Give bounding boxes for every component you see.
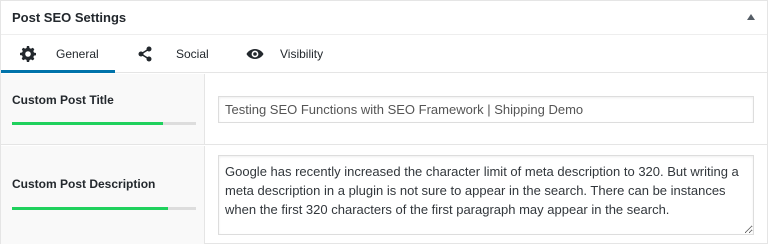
metabox-header: Post SEO Settings	[1, 1, 767, 35]
custom-post-title-label: Custom Post Title	[12, 93, 114, 107]
title-label-cell: Custom Post Title	[1, 74, 205, 144]
title-field-row: Custom Post Title	[1, 74, 767, 145]
title-length-meter	[12, 122, 196, 125]
title-length-meter-fill	[12, 122, 163, 125]
tab-general[interactable]: General	[1, 36, 115, 73]
tab-visibility[interactable]: Visibility	[215, 36, 345, 73]
tab-social-label: Social	[176, 47, 209, 61]
collapse-toggle-icon[interactable]	[747, 14, 755, 20]
tab-visibility-label: Visibility	[280, 47, 324, 61]
description-field-row: Custom Post Description Google has recen…	[1, 146, 767, 244]
eye-icon	[246, 46, 264, 65]
post-seo-settings-metabox: Post SEO Settings General Social Visibil…	[0, 0, 768, 244]
description-length-meter	[12, 207, 196, 210]
custom-post-description-textarea[interactable]: Google has recently increased the charac…	[218, 155, 754, 235]
settings-tabs: General Social Visibility	[1, 36, 767, 73]
metabox-title: Post SEO Settings	[12, 10, 127, 25]
description-label-cell: Custom Post Description	[1, 146, 205, 244]
custom-post-title-input[interactable]	[218, 96, 754, 123]
custom-post-description-label: Custom Post Description	[12, 177, 156, 191]
description-length-meter-fill	[12, 207, 169, 210]
tab-general-label: General	[56, 47, 99, 61]
share-icon	[137, 46, 153, 65]
gear-icon	[20, 46, 37, 65]
tab-social[interactable]: Social	[115, 36, 215, 73]
